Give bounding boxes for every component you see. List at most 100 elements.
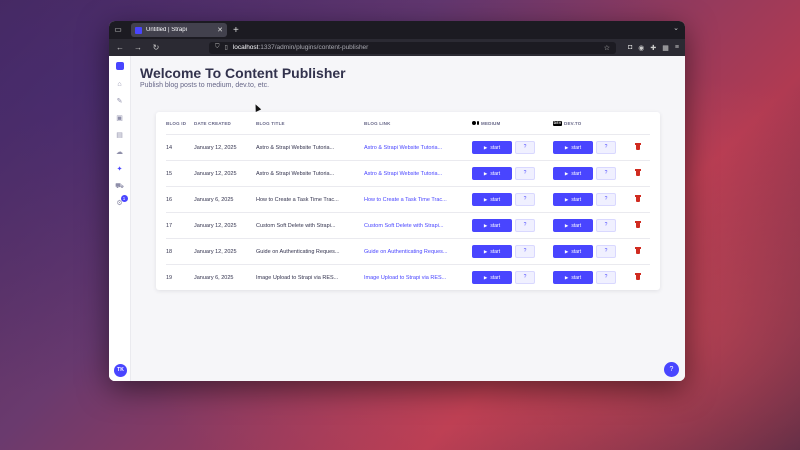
extensions-icon[interactable]: ✚ — [650, 44, 656, 52]
table-row: 14 January 12, 2025 Astro & Strapi Website… — [166, 134, 650, 160]
trash-icon[interactable] — [635, 195, 641, 202]
reload-icon[interactable]: ↻ — [151, 43, 161, 52]
medium-start-button[interactable]: ▶ start — [472, 219, 512, 232]
devto-start-button[interactable]: ▶ start — [553, 271, 593, 284]
date-cell: January 12, 2025 — [194, 145, 237, 151]
forward-icon[interactable]: → — [133, 43, 143, 52]
close-tab-icon[interactable]: ✕ — [217, 26, 223, 34]
page-title: Welcome To Content Publisher — [140, 65, 346, 81]
media-icon[interactable]: ▣ — [113, 114, 127, 131]
trash-icon[interactable] — [635, 143, 641, 150]
blog-link[interactable]: Guide on Authenticating Reques... — [364, 249, 447, 255]
devto-start-button[interactable]: ▶ start — [553, 219, 593, 232]
strapi-favicon-icon — [135, 26, 142, 34]
col-devto: DEV DEV.TO — [553, 121, 581, 127]
screenshot-icon[interactable]: ▦ — [662, 44, 669, 52]
bookmark-star-icon[interactable]: ☆ — [604, 44, 610, 52]
settings-icon[interactable]: ⚙ 1 — [113, 195, 128, 216]
trash-icon[interactable] — [635, 221, 641, 228]
devto-help-button[interactable]: ? — [596, 141, 616, 154]
play-icon: ▶ — [564, 197, 569, 202]
plugin-icon[interactable]: ✦ — [113, 165, 127, 182]
col-blog-title: BLOG TITLE — [256, 121, 285, 126]
blog-link[interactable]: Astro & Strapi Website Tutoria... — [364, 145, 442, 151]
devto-help-button[interactable]: ? — [596, 245, 616, 258]
play-icon: ▶ — [483, 249, 488, 254]
toolbar-icons: ◘ ◉ ✚ ▦ ≡ — [628, 44, 679, 52]
extension-icon[interactable]: ◉ — [638, 44, 644, 52]
title-cell: How to Create a Task Time Trac... — [256, 197, 339, 203]
menu-icon[interactable]: ≡ — [675, 44, 679, 52]
play-icon: ▶ — [564, 223, 569, 228]
date-cell: January 12, 2025 — [194, 223, 237, 229]
trash-icon[interactable] — [635, 169, 641, 176]
medium-logo-icon — [472, 121, 479, 126]
start-label: start — [490, 145, 501, 151]
medium-help-button[interactable]: ? — [515, 193, 535, 206]
start-label: start — [490, 197, 501, 203]
tab-list-icon[interactable]: ⌄ — [673, 24, 679, 32]
start-label: start — [571, 145, 582, 151]
devto-help-button[interactable]: ? — [596, 193, 616, 206]
medium-start-button[interactable]: ▶ start — [472, 245, 512, 258]
medium-help-button[interactable]: ? — [515, 245, 535, 258]
tab-title: Untitled | Strapi — [146, 27, 187, 33]
table-row: 16 January 6, 2025 How to Create a Task Ti… — [166, 186, 650, 212]
blog-link[interactable]: Custom Soft Delete with Strapi... — [364, 223, 443, 229]
strapi-logo-icon[interactable] — [115, 62, 124, 70]
devto-help-button[interactable]: ? — [596, 271, 616, 284]
devto-start-button[interactable]: ▶ start — [553, 141, 593, 154]
start-label: start — [490, 223, 501, 229]
browser-window: ▭ Untitled | Strapi ✕ + ⌄ ← → ↻ ⛉ ▯ loca… — [109, 21, 685, 381]
cloud-icon[interactable]: ☁ — [113, 148, 127, 165]
page-info-icon[interactable]: ▯ — [225, 44, 228, 51]
table-row: 15 January 12, 2025 Astro & Strapi Website… — [166, 160, 650, 186]
blog-link[interactable]: How to Create a Task Time Trac... — [364, 197, 447, 203]
avatar[interactable]: TK — [114, 364, 127, 377]
medium-start-button[interactable]: ▶ start — [472, 141, 512, 154]
table-row: 19 January 6, 2025 Image Upload to Strapi … — [166, 264, 650, 290]
trash-icon[interactable] — [635, 273, 641, 280]
feather-icon[interactable]: ✎ — [113, 97, 127, 114]
medium-help-button[interactable]: ? — [515, 271, 535, 284]
date-cell: January 12, 2025 — [194, 249, 237, 255]
medium-start-button[interactable]: ▶ start — [472, 271, 512, 284]
url-text[interactable]: localhost:1337/admin/plugins/content-pub… — [233, 44, 599, 51]
address-bar[interactable]: ⛉ ▯ localhost:1337/admin/plugins/content… — [209, 41, 617, 54]
play-icon: ▶ — [483, 223, 488, 228]
shield-icon[interactable]: ⛉ — [215, 44, 220, 51]
start-label: start — [571, 171, 582, 177]
play-icon: ▶ — [564, 145, 569, 150]
pocket-icon[interactable]: ◘ — [628, 44, 632, 52]
play-icon: ▶ — [483, 197, 488, 202]
devto-start-button[interactable]: ▶ start — [553, 193, 593, 206]
devto-logo-icon: DEV — [553, 121, 562, 127]
new-tab-button[interactable]: + — [233, 25, 239, 36]
back-icon[interactable]: ← — [115, 43, 125, 52]
devto-start-button[interactable]: ▶ start — [553, 245, 593, 258]
nav-bar: ← → ↻ ⛉ ▯ localhost:1337/admin/plugins/c… — [109, 39, 685, 56]
medium-help-button[interactable]: ? — [515, 167, 535, 180]
devto-help-button[interactable]: ? — [596, 167, 616, 180]
blog-id-cell: 19 — [166, 275, 173, 281]
medium-start-button[interactable]: ▶ start — [472, 167, 512, 180]
trash-icon[interactable] — [635, 247, 641, 254]
col-blog-id: BLOG ID — [166, 121, 187, 126]
layout-icon[interactable]: ▤ — [113, 131, 127, 148]
play-icon: ▶ — [564, 171, 569, 176]
col-medium-label: MEDIUM — [481, 121, 501, 126]
medium-help-button[interactable]: ? — [515, 219, 535, 232]
table-header: BLOG ID DATE CREATED BLOG TITLE BLOG LIN… — [156, 112, 660, 134]
devto-help-button[interactable]: ? — [596, 219, 616, 232]
medium-help-button[interactable]: ? — [515, 141, 535, 154]
blog-link[interactable]: Image Upload to Strapi via RES... — [364, 275, 446, 281]
medium-start-button[interactable]: ▶ start — [472, 193, 512, 206]
tab-overview-icon[interactable]: ▭ — [113, 25, 123, 35]
devto-start-button[interactable]: ▶ start — [553, 167, 593, 180]
play-icon: ▶ — [564, 249, 569, 254]
blog-link[interactable]: Astro & Strapi Website Tutoria... — [364, 171, 442, 177]
help-button[interactable]: ? — [664, 362, 679, 377]
browser-tab[interactable]: Untitled | Strapi ✕ — [131, 23, 227, 37]
main-sidebar: ⌂ ✎ ▣ ▤ ☁ ✦ ⛟ ⚙ 1 TK — [109, 56, 131, 381]
home-icon[interactable]: ⌂ — [113, 80, 127, 97]
